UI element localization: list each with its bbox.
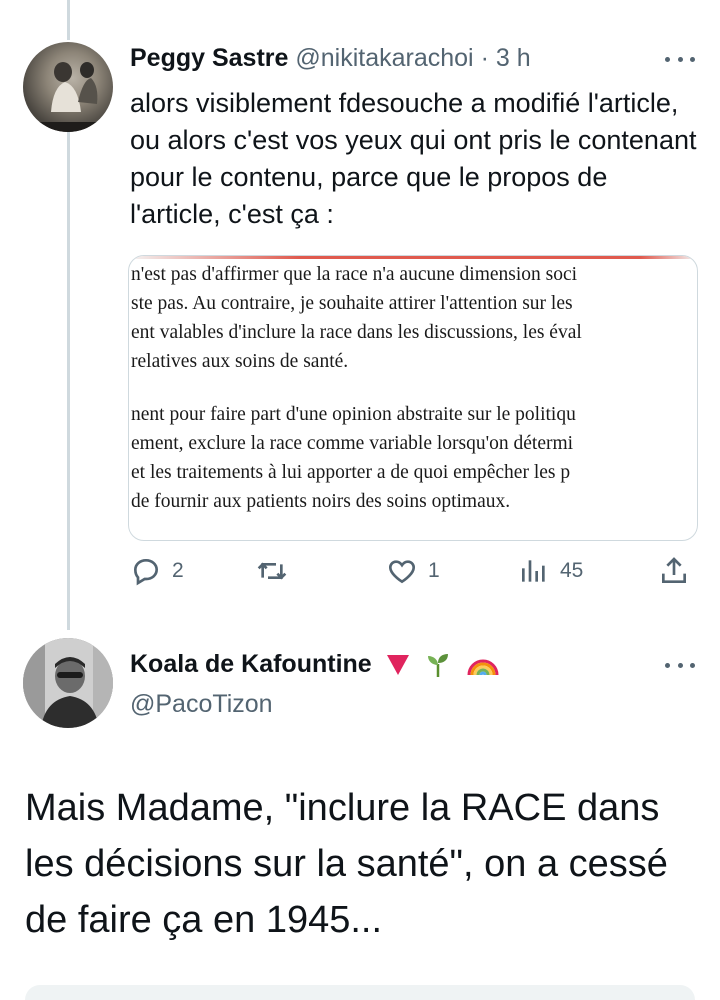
thread-connector-top	[67, 0, 70, 40]
timestamp[interactable]: 3 h	[496, 44, 531, 72]
tweet-header: Peggy Sastre @nikitakarachoi · 3 h	[130, 44, 531, 73]
handle[interactable]: @PacoTizon	[130, 690, 273, 719]
share-icon	[662, 557, 686, 583]
retweet-button[interactable]	[256, 555, 298, 587]
image-line: et les traitements à lui apporter a de q…	[131, 462, 571, 483]
avatar[interactable]	[23, 638, 113, 728]
reply-composer-box[interactable]	[25, 985, 695, 1000]
separator: ·	[480, 44, 489, 72]
analytics-icon	[522, 560, 545, 582]
image-line: ent valables d'inclure la race dans les …	[131, 322, 582, 343]
image-line: n'est pas d'affirmer que la race n'a auc…	[131, 264, 578, 285]
image-line: de fournir aux patients noirs des soins …	[131, 491, 511, 512]
views-button[interactable]: 45	[518, 555, 583, 587]
views-count: 45	[560, 559, 584, 582]
like-button[interactable]: 1	[386, 555, 440, 587]
reply-button[interactable]: 2	[130, 555, 184, 587]
reply-count: 2	[172, 559, 184, 582]
avatar-photo-icon	[23, 638, 113, 728]
seedling-icon	[427, 654, 448, 678]
image-paragraph-2: nent pour faire part d'une opinion abstr…	[131, 400, 696, 516]
image-top-rule	[129, 256, 697, 259]
avatar-photo-icon	[33, 62, 103, 132]
tweet-thread: Peggy Sastre @nikitakarachoi · 3 h alors…	[0, 0, 720, 1000]
handle[interactable]: @nikitakarachoi	[295, 44, 473, 72]
retweet-icon	[257, 562, 287, 580]
tweet-text: Mais Madame, "inclure la RACE dans les d…	[25, 787, 668, 941]
tweet-actions: 2 1 45	[128, 555, 698, 595]
avatar[interactable]	[23, 42, 113, 132]
share-button[interactable]	[658, 555, 690, 587]
more-options-icon[interactable]	[665, 660, 695, 670]
like-count: 1	[428, 559, 440, 582]
heart-icon	[389, 560, 415, 584]
display-name[interactable]: Koala de Kafountine	[130, 650, 372, 678]
image-line: ste pas. Au contraire, je souhaite attir…	[131, 293, 573, 314]
image-paragraph-1: n'est pas d'affirmer que la race n'a auc…	[131, 260, 696, 376]
rainbow-icon	[467, 659, 499, 676]
more-options-icon[interactable]	[665, 54, 695, 64]
display-name[interactable]: Peggy Sastre	[130, 44, 288, 72]
thread-connector	[67, 125, 70, 630]
tweet-header: Koala de Kafountine	[130, 650, 499, 679]
image-line: ement, exclure la race comme variable lo…	[131, 433, 574, 454]
reply-icon	[133, 558, 159, 586]
image-line: nent pour faire part d'une opinion abstr…	[131, 404, 576, 425]
image-line: relatives aux soins de santé.	[131, 351, 349, 372]
down-red-triangle-icon	[386, 655, 409, 676]
tweet-text: alors visiblement fdesouche a modifié l'…	[130, 88, 697, 229]
